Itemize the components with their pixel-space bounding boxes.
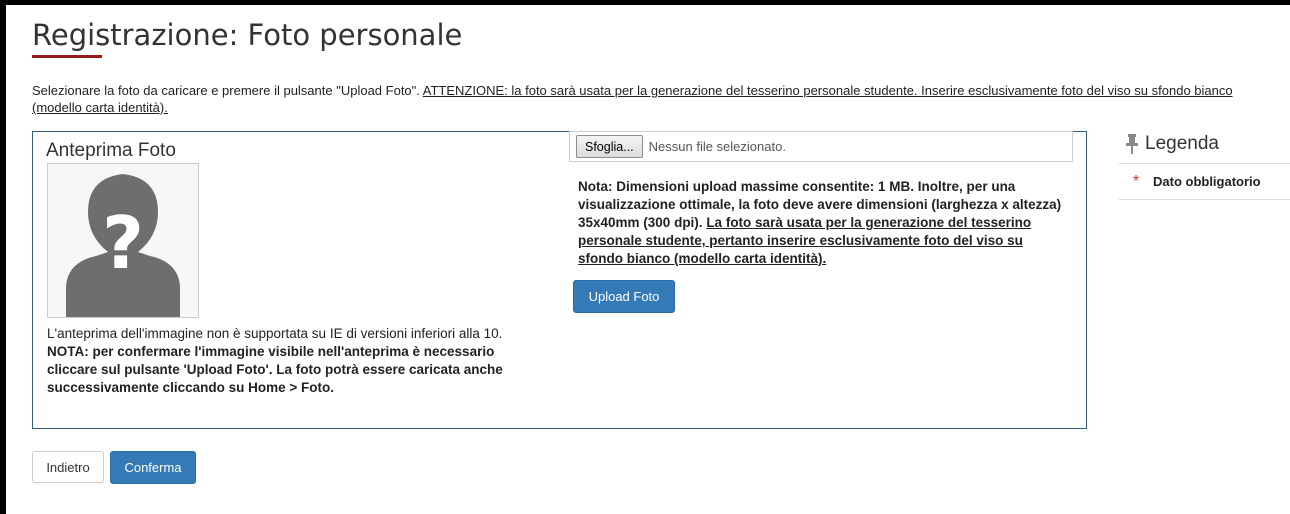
intro-instruction: Selezionare la foto da caricare e premer… [32,83,423,98]
pushpin-icon [1126,134,1138,154]
file-status: Nessun file selezionato. [648,139,786,154]
page-title: Registrazione: Foto personale [32,18,463,52]
preview-note: L'anteprima dell'immagine non è supporta… [47,325,547,397]
back-button[interactable]: Indietro [32,451,104,483]
required-label: Dato obbligatorio [1153,174,1261,189]
intro-text: Selezionare la foto da caricare e premer… [32,82,1282,116]
window-left-border [0,0,6,514]
confirm-button[interactable]: Conferma [110,451,196,484]
legend-label: Legenda [1145,133,1219,154]
window-top-border [0,0,1290,5]
photo-preview: ? [47,163,199,318]
browse-button[interactable]: Sfoglia... [576,135,643,158]
ie-note: L'anteprima dell'immagine non è supporta… [47,326,503,341]
unknown-person-icon: ? [48,164,198,317]
legend-item-required: * Dato obbligatorio [1119,163,1290,200]
confirm-note: NOTA: per confermare l'immagine visibile… [47,344,503,395]
file-input[interactable]: Sfoglia... Nessun file selezionato. [569,131,1073,162]
svg-text:?: ? [102,201,144,285]
upload-photo-button[interactable]: Upload Foto [573,280,675,313]
title-underline [32,55,102,58]
upload-size-note: Nota: Dimensioni upload massime consenti… [578,178,1068,268]
asterisk-icon: * [1132,172,1140,190]
preview-title: Anteprima Foto [46,140,176,161]
legend-title: Legenda [1125,133,1219,155]
